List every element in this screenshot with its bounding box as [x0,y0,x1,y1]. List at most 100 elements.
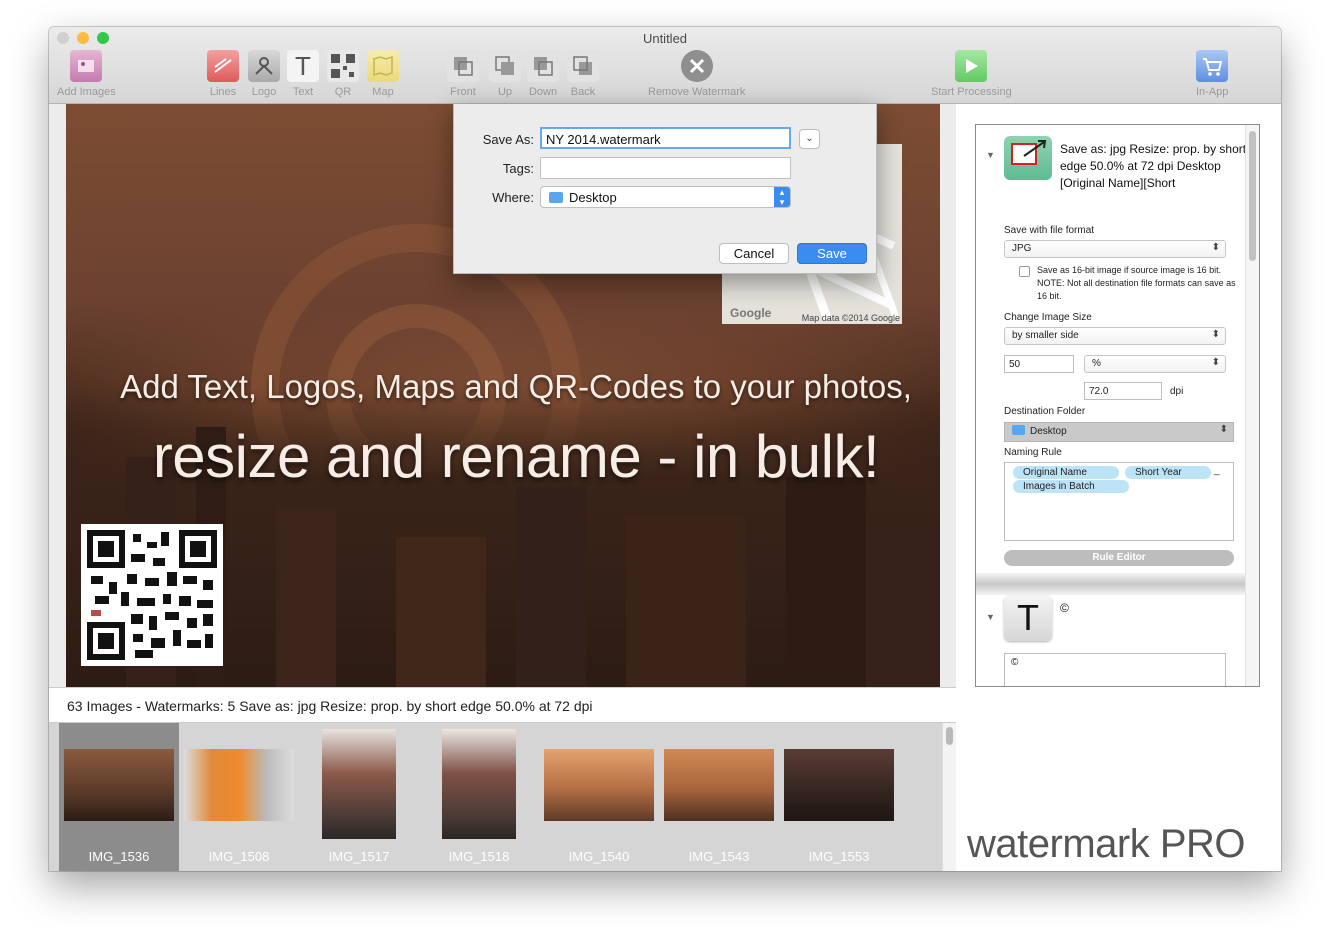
text-label: Text [292,86,314,98]
down-icon [527,50,559,82]
thumbnail-image [442,729,516,839]
map-button[interactable]: Map [367,50,399,98]
toolbar: Untitled Add Images Lines Logo T Text QR… [49,27,1281,104]
thumbnail-item[interactable]: IMG_1540 [539,723,659,871]
text-item-input[interactable]: © [1004,653,1226,686]
where-label: Where: [492,190,534,205]
start-processing-button[interactable]: Start Processing [931,50,1012,98]
16bit-checkbox[interactable] [1019,266,1030,277]
where-select[interactable]: Desktop ▴ ▾ [540,186,791,208]
thumbnail-item[interactable]: IMG_1508 [179,723,299,871]
in-app-button[interactable]: In-App [1196,50,1228,98]
down-button[interactable]: Down [527,50,559,98]
remove-watermark-button[interactable]: Remove Watermark [648,50,745,98]
map-label: Map [372,86,394,98]
close-icon [680,50,713,82]
folder-icon [549,192,563,203]
save-button[interactable]: Save [797,243,867,264]
sidebar-scrollbar[interactable] [1245,125,1259,686]
select-stepper-icon: ▴ ▾ [774,187,790,207]
thumbnail-name: IMG_1518 [448,849,510,864]
up-button[interactable]: Up [489,50,521,98]
window-title: Untitled [642,31,688,46]
expand-dialog-button[interactable]: ⌄ [799,129,820,149]
select-arrows-icon: ⬍ [1219,424,1228,435]
dest-folder-label: Destination Folder [1004,406,1086,417]
add-images-label: Add Images [57,86,116,98]
naming-token[interactable]: Original Name [1013,466,1119,479]
naming-token[interactable]: Images in Batch [1013,480,1129,493]
folder-icon [1012,425,1025,435]
qr-label: QR [334,86,352,98]
where-value: Desktop [569,190,617,205]
file-format-select[interactable]: JPG ⬍ [1004,240,1226,258]
save-dialog: Save As: NY 2014.watermark ⌄ Tags: Where… [453,104,877,274]
rule-editor-button[interactable]: Rule Editor [1004,550,1234,566]
thumbnail-image [784,749,894,821]
size-value-input[interactable]: 50 [1004,355,1074,373]
watermark-text-line-1[interactable]: Add Text, Logos, Maps and QR-Codes to yo… [106,368,926,406]
text-button[interactable]: T Text [287,50,319,98]
size-unit-select[interactable]: % ⬍ [1084,355,1226,373]
chevron-down-icon: ⌄ [805,133,814,144]
thumbnail-item[interactable]: IMG_1517 [299,723,419,871]
qr-button[interactable]: QR [327,50,359,98]
front-label: Front [450,86,476,98]
in-app-label: In-App [1196,86,1229,98]
thumbnail-name: IMG_1508 [208,849,270,864]
qr-icon [327,50,359,82]
settings-sidebar: ▼ Save as: jpg Resize: prop. by short ed… [956,104,1281,871]
thumbnail-image [184,749,294,821]
down-label: Down [528,86,558,98]
disclosure-triangle-icon[interactable]: ▼ [986,612,995,622]
disclosure-triangle-icon[interactable]: ▼ [986,150,995,160]
save-as-input[interactable]: NY 2014.watermark [540,127,791,149]
resize-mode-value: by smaller side [1012,330,1079,341]
file-format-value: JPG [1012,243,1032,254]
dpi-input[interactable]: 72.0 [1084,382,1162,400]
start-processing-label: Start Processing [931,86,1012,98]
lines-label: Lines [209,86,237,98]
thumbnail-image [322,729,396,839]
thumbnail-item[interactable]: IMG_1553 [779,723,899,871]
16bit-checkbox-label: Save as 16-bit image if source image is … [1037,265,1236,301]
front-icon [447,50,479,82]
back-button[interactable]: Back [567,50,599,98]
text-watermark-icon: T [1004,595,1052,641]
watermark-settings-panel: ▼ Save as: jpg Resize: prop. by short ed… [975,124,1260,687]
thumbnail-item[interactable]: IMG_1536 [59,723,179,871]
up-icon [489,50,521,82]
scroll-knob[interactable] [1249,131,1256,261]
text-item-symbol: © [1060,601,1069,615]
add-images-button[interactable]: Add Images [57,50,116,98]
thumbnail-image [64,749,174,821]
logo-label: Logo [251,86,277,98]
logo-button[interactable]: Logo [248,50,280,98]
naming-rule-field[interactable]: Original Name Short Year _ Images in Bat… [1004,462,1234,541]
text-icon: T [287,50,319,82]
naming-token[interactable]: Short Year [1125,466,1211,479]
lines-button[interactable]: Lines [207,50,239,98]
thumbnail-item[interactable]: IMG_1543 [659,723,779,871]
map-google-logo: Google [730,306,772,320]
resize-mode-select[interactable]: by smaller side ⬍ [1004,327,1226,345]
scroll-knob[interactable] [946,727,953,745]
thumbnail-scrollbar[interactable] [942,723,956,871]
thumbnail-name: IMG_1553 [808,849,870,864]
status-text: 63 Images - Watermarks: 5 Save as: jpg R… [67,698,593,714]
tags-input[interactable] [540,157,791,179]
thumbnail-name: IMG_1540 [568,849,630,864]
thumbnail-image [544,749,654,821]
dest-folder-select[interactable]: Desktop ⬍ [1004,422,1234,442]
play-icon [955,50,988,82]
change-size-label: Change Image Size [1004,312,1092,323]
logo-icon [248,50,280,82]
brand-wordmark: watermark PRO [967,822,1246,866]
thumbnail-item[interactable]: IMG_1518 [419,723,539,871]
select-arrows-icon: ⬍ [1211,329,1220,340]
cancel-button[interactable]: Cancel [719,243,789,264]
tags-label: Tags: [502,161,534,176]
watermark-text-line-2[interactable]: resize and rename - in bulk! [96,422,936,491]
qr-code-watermark[interactable] [81,524,223,666]
front-button[interactable]: Front [447,50,479,98]
